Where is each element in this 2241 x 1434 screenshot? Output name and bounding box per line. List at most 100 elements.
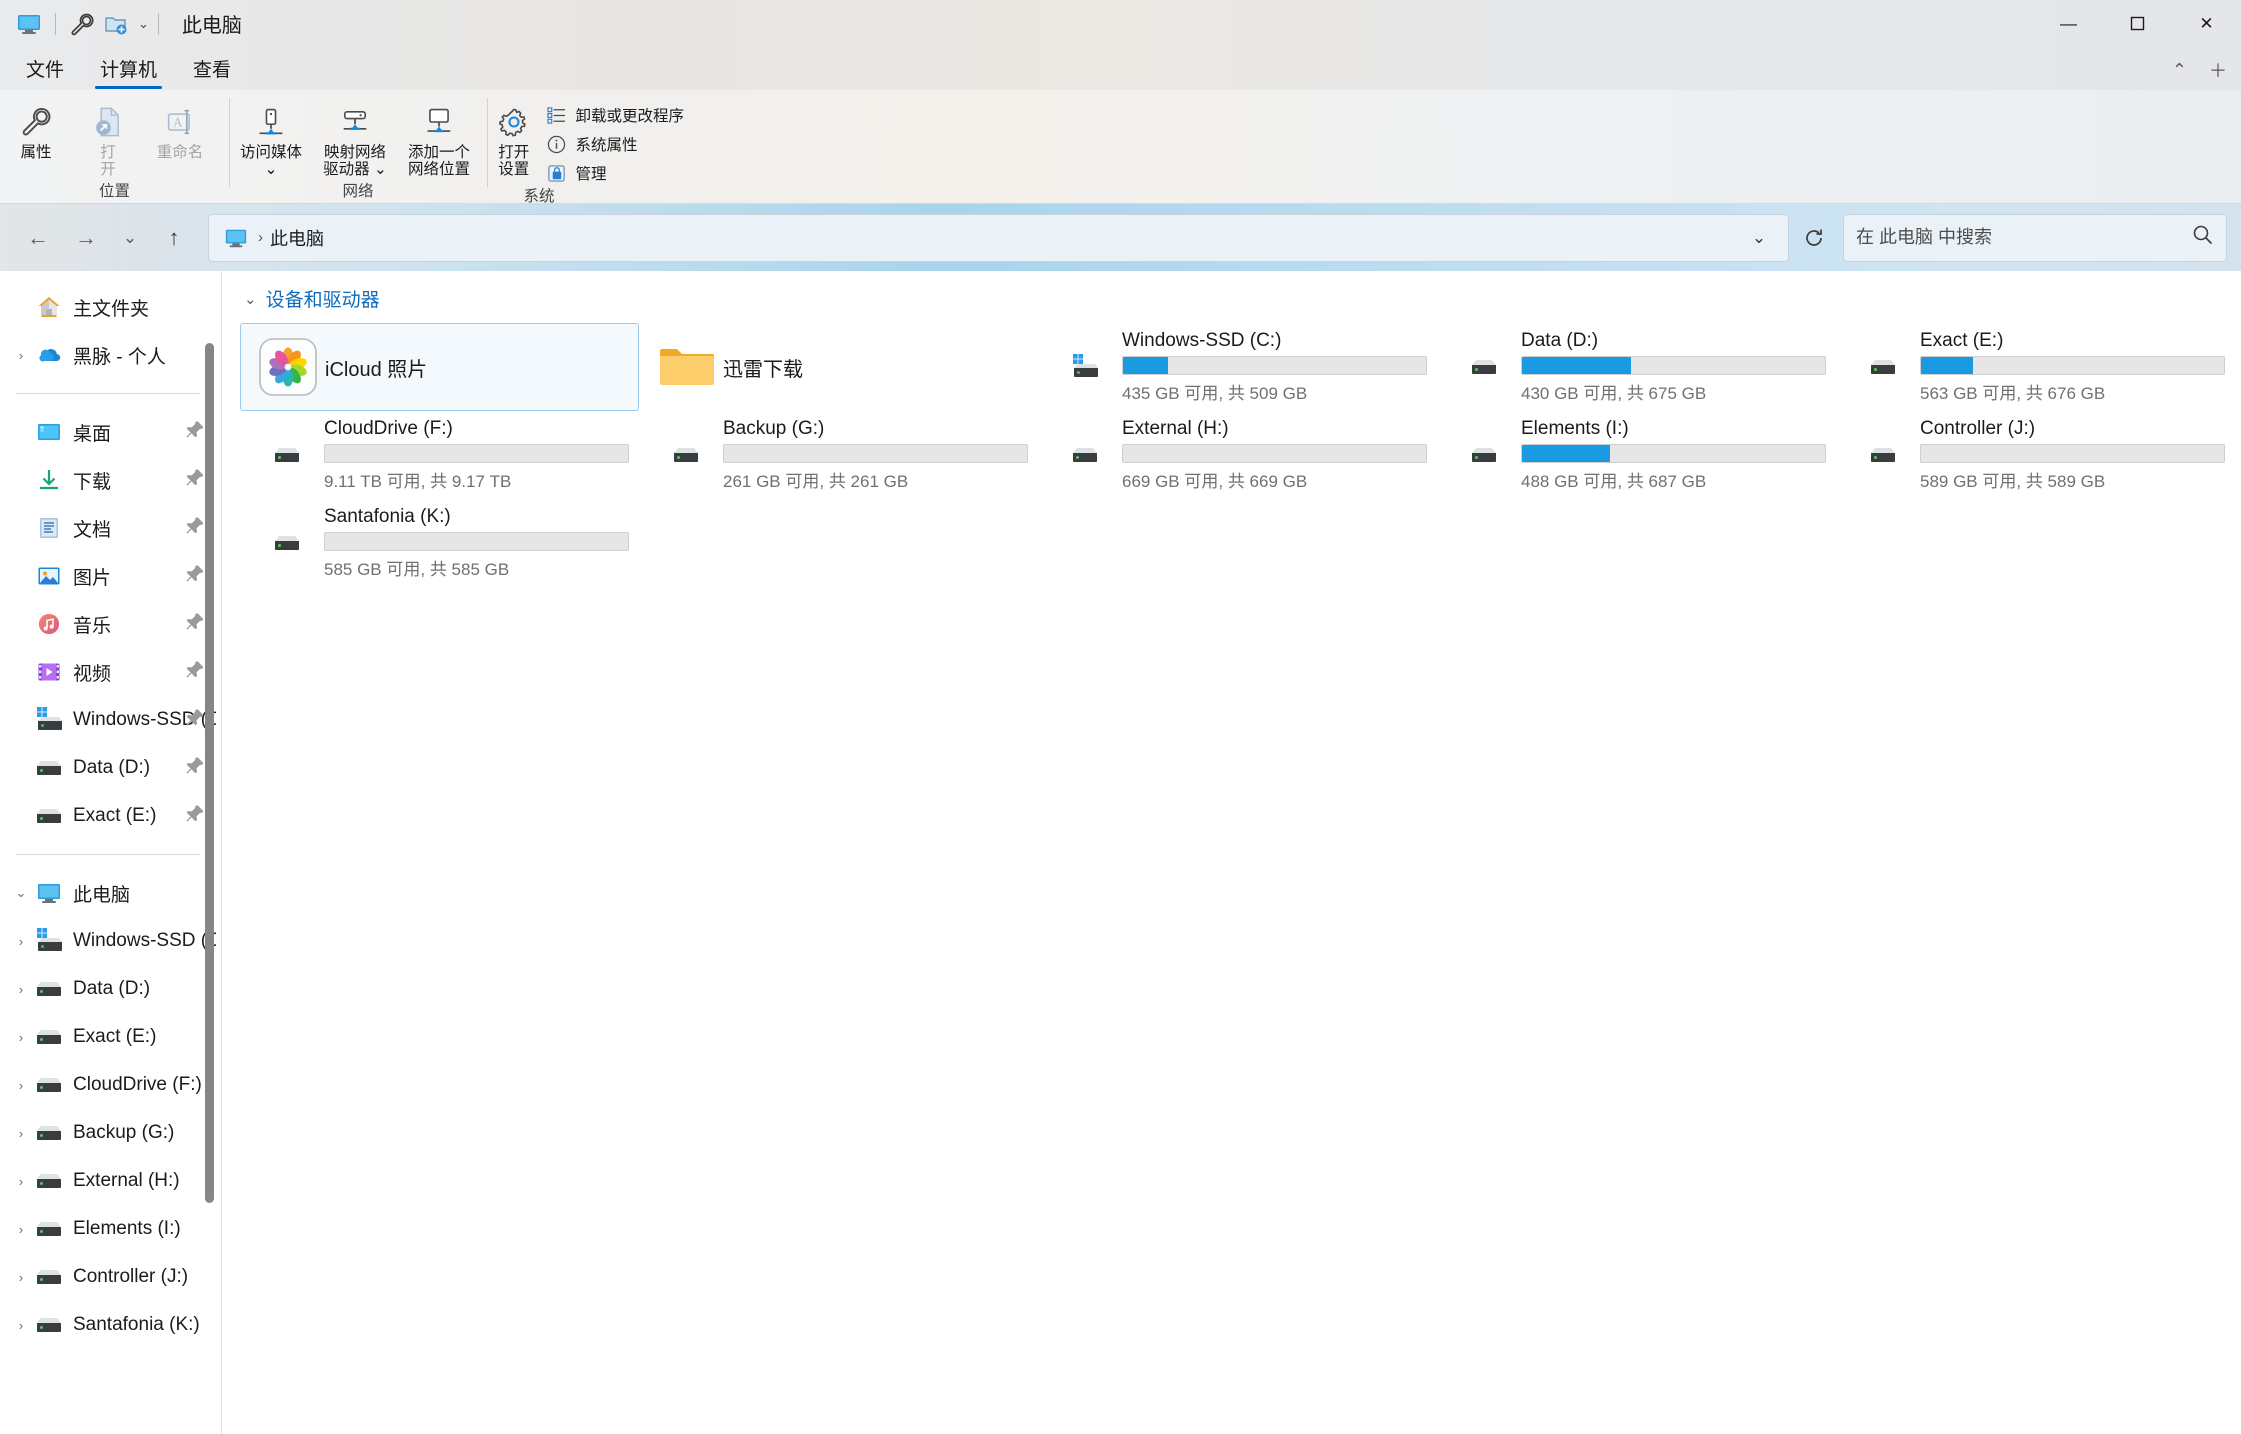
open-settings-button[interactable]: 打开 设置 bbox=[487, 96, 540, 179]
sidebar-item-exact-e[interactable]: ›Exact (E:) bbox=[0, 1013, 216, 1061]
chevron-right-icon[interactable]: › bbox=[8, 1120, 34, 1146]
forward-button[interactable]: → bbox=[62, 214, 110, 262]
capacity-text: 435 GB 可用, 共 509 GB bbox=[1122, 384, 1308, 403]
ribbon-group-system: 打开 设置 卸载或更改程序 系统属性 管理 系统 bbox=[487, 90, 696, 205]
sidebar-item-elements-i[interactable]: › Elements (I:) bbox=[0, 1205, 216, 1253]
chevron-right-icon[interactable]: › bbox=[8, 928, 34, 954]
sidebar-item-label: Data (D:) bbox=[73, 757, 151, 778]
pin-icon[interactable] bbox=[184, 707, 206, 734]
tab-computer[interactable]: 计算机 bbox=[82, 61, 175, 90]
chevron-right-icon[interactable]: › bbox=[8, 1168, 34, 1194]
drive-tile[interactable]: Data (D:) 430 GB 可用, 共 675 GB bbox=[1437, 323, 1836, 411]
sidebar-list: ›主文件夹›黑脉 - 个人›桌面›下载›文档›图片›音乐›视频›Windows-… bbox=[0, 283, 222, 1349]
manage-label: 管理 bbox=[575, 166, 607, 183]
back-button[interactable]: ← bbox=[14, 214, 62, 262]
help-icon[interactable]: ＋ bbox=[2209, 57, 2227, 83]
chevron-right-icon[interactable]: › bbox=[8, 342, 34, 368]
sidebar-item-label: 黑脉 - 个人 bbox=[73, 346, 166, 368]
sidebar-item-windows-ssd-c[interactable]: ›Windows-SSD (C:) bbox=[0, 696, 216, 744]
chevron-right-icon[interactable]: › bbox=[8, 1024, 34, 1050]
chevron-right-icon[interactable]: › bbox=[8, 1072, 34, 1098]
pin-icon[interactable] bbox=[184, 803, 206, 830]
sidebar-item-[interactable]: ›桌面 bbox=[0, 408, 216, 456]
pin-icon[interactable] bbox=[184, 515, 206, 542]
sidebar-item-[interactable]: ›视频 bbox=[0, 648, 216, 696]
minimize-button[interactable]: — bbox=[2034, 0, 2103, 47]
drive-tile[interactable]: Windows-SSD (C:) 435 GB 可用, 共 509 GB bbox=[1038, 323, 1437, 411]
drive-tile[interactable]: Exact (E:) 563 GB 可用, 共 676 GB bbox=[1836, 323, 2235, 411]
pin-icon[interactable] bbox=[184, 563, 206, 590]
manage-item[interactable]: 管理 bbox=[546, 162, 696, 184]
sidebar-item-data-d[interactable]: ›Data (D:) bbox=[0, 744, 216, 792]
access-media-button[interactable]: 访问媒体 ⌄ bbox=[229, 96, 313, 179]
drive-tile[interactable]: CloudDrive (F:) 9.11 TB 可用, 共 9.17 TB bbox=[240, 411, 639, 499]
chevron-right-icon[interactable]: › bbox=[8, 1216, 34, 1242]
folder-tile[interactable]: iCloud 照片 bbox=[240, 323, 639, 411]
drive-tile[interactable]: Santafonia (K:) 585 GB 可用, 共 585 GB bbox=[240, 499, 639, 587]
pin-icon[interactable] bbox=[184, 611, 206, 638]
chevron-right-icon[interactable]: › bbox=[8, 1312, 34, 1338]
up-button[interactable]: ↑ bbox=[150, 214, 198, 262]
uninstall-change-program-item[interactable]: 卸载或更改程序 bbox=[546, 104, 696, 126]
drive-tile[interactable]: Controller (J:) 589 GB 可用, 共 589 GB bbox=[1836, 411, 2235, 499]
sidebar-item-label: 文档 bbox=[73, 519, 112, 541]
sidebar-item-backup-g[interactable]: › Backup (G:) bbox=[0, 1109, 216, 1157]
chevron-down-icon[interactable]: ⌄ bbox=[1740, 219, 1778, 257]
search-icon[interactable] bbox=[2192, 224, 2214, 251]
pin-icon[interactable] bbox=[184, 419, 206, 446]
maximize-button[interactable] bbox=[2103, 0, 2172, 47]
chevron-down-icon[interactable]: ⌄ bbox=[244, 290, 257, 308]
add-network-location-button[interactable]: 添加一个 网络位置 bbox=[397, 96, 481, 179]
drive-tile[interactable]: Elements (I:) 488 GB 可用, 共 687 GB bbox=[1437, 411, 1836, 499]
sidebar-item-[interactable]: › 黑脉 - 个人 bbox=[0, 331, 216, 379]
icloud-photos-icon bbox=[251, 337, 325, 397]
sidebar-item-[interactable]: ›下载 bbox=[0, 456, 216, 504]
pin-icon[interactable] bbox=[184, 755, 206, 782]
search-input[interactable] bbox=[1856, 227, 2192, 248]
recent-locations-button[interactable]: ⌄ bbox=[110, 214, 150, 262]
folder-tile[interactable]: 迅雷下载 bbox=[639, 323, 1038, 411]
sidebar-item-[interactable]: ›主文件夹 bbox=[0, 283, 216, 331]
sidebar-item-santafonia-k[interactable]: › Santafonia (K:) bbox=[0, 1301, 216, 1349]
capacity-text: 563 GB 可用, 共 676 GB bbox=[1920, 384, 2106, 403]
new-folder-icon[interactable] bbox=[99, 7, 133, 41]
collapse-ribbon-icon[interactable]: ⌃ bbox=[2172, 60, 2187, 81]
refresh-icon[interactable] bbox=[1795, 219, 1833, 257]
sidebar-scrollbar-thumb[interactable] bbox=[205, 343, 214, 1203]
tab-file[interactable]: 文件 bbox=[8, 61, 82, 90]
sidebar-item-controller-j[interactable]: › Controller (J:) bbox=[0, 1253, 216, 1301]
sidebar-item-windows-ssd-c[interactable]: ›Windows-SSD (C:) bbox=[0, 917, 216, 965]
breadcrumb[interactable]: 此电脑 bbox=[270, 225, 324, 251]
ribbon-tab-strip: 文件 计算机 查看 ⌃ ＋ bbox=[0, 47, 2241, 90]
sidebar-item-[interactable]: ⌄ 此电脑 bbox=[0, 869, 216, 917]
chevron-right-icon[interactable]: › bbox=[8, 976, 34, 1002]
sidebar-item-[interactable]: ›图片 bbox=[0, 552, 216, 600]
system-properties-item[interactable]: 系统属性 bbox=[546, 133, 696, 155]
sidebar-item-[interactable]: ›文档 bbox=[0, 504, 216, 552]
properties-button[interactable]: 属性 bbox=[0, 96, 72, 161]
search-box[interactable] bbox=[1843, 213, 2227, 262]
sidebar-item-exact-e[interactable]: ›Exact (E:) bbox=[0, 792, 216, 840]
map-network-drive-button[interactable]: 映射网络 驱动器 ⌄ bbox=[313, 96, 397, 179]
wrench-icon[interactable] bbox=[65, 7, 99, 41]
pin-icon[interactable] bbox=[184, 659, 206, 686]
open-button[interactable]: 打 开 bbox=[72, 96, 144, 179]
drive-tile[interactable]: External (H:) 669 GB 可用, 共 669 GB bbox=[1038, 411, 1437, 499]
drive-icon bbox=[1846, 357, 1920, 377]
sidebar-item-clouddrive-f[interactable]: › CloudDrive (F:) bbox=[0, 1061, 216, 1109]
sidebar-item-label: Santafonia (K:) bbox=[73, 1314, 200, 1335]
chevron-down-icon[interactable]: ⌄ bbox=[138, 16, 149, 32]
sidebar-item-[interactable]: ›音乐 bbox=[0, 600, 216, 648]
sidebar-item-data-d[interactable]: ›Data (D:) bbox=[0, 965, 216, 1013]
close-button[interactable]: ✕ bbox=[2172, 0, 2241, 47]
group-header-devices-and-drives[interactable]: ⌄ 设备和驱动器 bbox=[244, 285, 2241, 312]
capacity-text: 488 GB 可用, 共 687 GB bbox=[1521, 472, 1707, 491]
chevron-down-icon[interactable]: ⌄ bbox=[8, 880, 34, 906]
address-bar[interactable]: › 此电脑 ⌄ bbox=[208, 213, 1789, 262]
pin-icon[interactable] bbox=[184, 467, 206, 494]
drive-tile[interactable]: Backup (G:) 261 GB 可用, 共 261 GB bbox=[639, 411, 1038, 499]
chevron-right-icon[interactable]: › bbox=[8, 1264, 34, 1290]
tab-view[interactable]: 查看 bbox=[175, 61, 249, 90]
sidebar-item-external-h[interactable]: › External (H:) bbox=[0, 1157, 216, 1205]
rename-button[interactable]: A 重命名 bbox=[144, 96, 216, 161]
